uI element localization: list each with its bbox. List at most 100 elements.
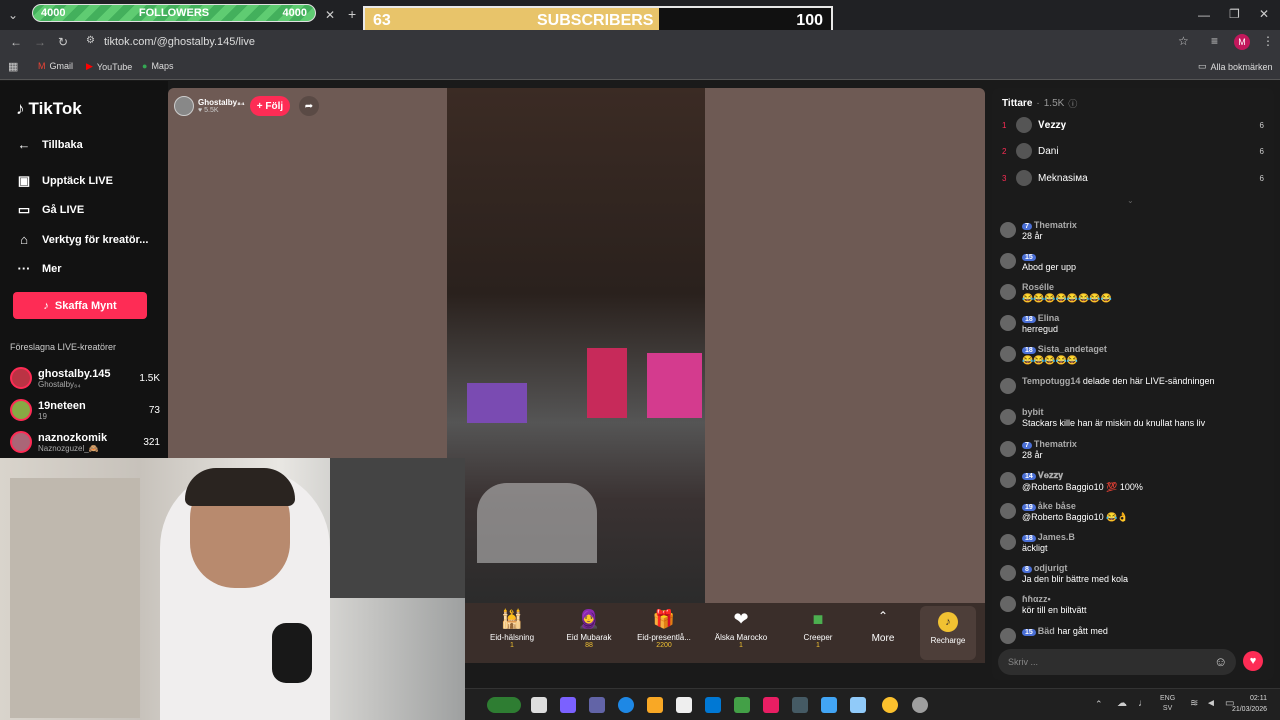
emoji-icon[interactable]: ☺ xyxy=(1214,654,1227,669)
chat-message: 18 Elina herregud xyxy=(1000,313,1268,334)
gift-item[interactable]: 🎁 Eid-presentlå... 2200 xyxy=(629,609,699,649)
media-control-icon[interactable]: ≡ xyxy=(1211,34,1218,48)
nav-discover-live[interactable]: ▣ Upptäck LIVE xyxy=(16,173,113,189)
back-icon[interactable]: ← xyxy=(10,35,22,49)
photos-icon[interactable] xyxy=(821,697,837,713)
m365-icon[interactable] xyxy=(763,697,779,713)
chat-message: 19 åke båse @Roberto Baggio10 😂👌 xyxy=(1000,501,1268,523)
apps-grid-icon[interactable]: ▦ xyxy=(8,60,18,73)
coin-icon: ♪ xyxy=(938,612,958,632)
share-icon[interactable]: ➦ xyxy=(299,96,319,116)
chat-message: 8 odjurigt Ja den blir bättre med kola xyxy=(1000,563,1268,584)
gift-item[interactable]: 🧕 Eid Mubarak 88 xyxy=(554,609,624,649)
dev-icon[interactable] xyxy=(792,697,808,713)
top-viewer[interactable]: 3 Meknasiмa 6 xyxy=(1002,170,1264,186)
url-field[interactable]: tiktok.com/@ghostalby.145/live xyxy=(104,36,255,48)
gift-bar: 🕌 Eid-hälsning 1 🧕 Eid Mubarak 88 🎁 Eid-prese… xyxy=(465,603,985,663)
top-viewer[interactable]: 1 𝐕𝐞𝐳𝐳𝐲 6 xyxy=(1002,117,1264,133)
eid-mubarak-icon: 🧕 xyxy=(577,609,601,629)
more-gifts-button[interactable]: ⌃ More xyxy=(851,609,915,644)
clock[interactable]: 02:11 21/03/2026 xyxy=(1227,693,1267,715)
avatar xyxy=(10,367,32,389)
mail-icon[interactable] xyxy=(705,697,721,713)
creator-item[interactable]: 19neteen 19 73 xyxy=(10,395,160,425)
store-icon[interactable] xyxy=(676,697,692,713)
cloud-icon[interactable]: ☁ xyxy=(1117,698,1127,709)
home-icon: ⌂ xyxy=(20,232,28,247)
file-explorer-icon[interactable] xyxy=(647,697,663,713)
avatar xyxy=(1000,346,1016,362)
language-indicator[interactable]: ENG SV xyxy=(1160,694,1175,714)
gift-item[interactable]: ❤ Älska Marocko 1 xyxy=(706,609,776,649)
arrow-left-icon: ← xyxy=(17,137,31,152)
chevron-up-icon[interactable]: ⌃ xyxy=(1095,699,1103,710)
chevron-up-icon: ⌃ xyxy=(877,609,889,623)
chat-input[interactable]: Skriv ... xyxy=(998,649,1236,675)
chat-message: bybit Stackars kille han är miskin du knu… xyxy=(1000,407,1268,428)
live-video[interactable] xyxy=(447,88,705,603)
avatar xyxy=(174,96,194,116)
tiktok-logo[interactable]: ♪ TikTok xyxy=(16,99,82,119)
close-window-icon[interactable]: ✕ xyxy=(1259,7,1269,21)
creator-item[interactable]: naznozkomik Naznozguzel_🙈 321 xyxy=(10,427,160,457)
bookmark-maps[interactable]: ● Maps xyxy=(142,61,173,71)
settings-icon[interactable] xyxy=(912,697,928,713)
info-icon[interactable]: ⓘ xyxy=(1068,97,1077,110)
nav-more[interactable]: ··· Mer xyxy=(16,261,62,276)
volume-icon[interactable]: ◄ xyxy=(1206,698,1216,709)
gallery-icon[interactable] xyxy=(850,697,866,713)
hair-shape xyxy=(185,468,295,506)
close-tab-icon[interactable]: ✕ xyxy=(325,8,335,22)
browser-tab-bar: ⌄ 4000 FOLLOWERS 4000 ✕ + 63 SUBSCRIBERS… xyxy=(0,0,1280,34)
all-bookmarks[interactable]: ▭ Alla bokmärken xyxy=(1198,61,1273,72)
get-coins-button[interactable]: ♪ Skaffa Mynt xyxy=(13,292,147,319)
minimize-icon[interactable]: — xyxy=(1198,8,1210,22)
tiktok-sidebar: ♪ TikTok ← Tillbaka ▣ Upptäck LIVE ▭ Gå LIVE… xyxy=(0,81,168,461)
profile-avatar[interactable]: M xyxy=(1234,34,1250,50)
gift-item[interactable]: 🕌 Eid-hälsning 1 xyxy=(477,609,547,649)
back-link[interactable]: ← Tillbaka xyxy=(16,137,83,152)
maximize-icon[interactable]: ❐ xyxy=(1229,7,1240,21)
streamer-name: Ghostalby₈₄ xyxy=(198,98,245,107)
forward-icon[interactable]: → xyxy=(34,35,46,49)
bookmark-star-icon[interactable]: ☆ xyxy=(1178,34,1189,48)
teams-icon[interactable] xyxy=(589,697,605,713)
subscribers-current: 63 xyxy=(373,12,391,29)
chat-message: 7 Thematrix 28 år xyxy=(1000,439,1268,460)
wifi-icon[interactable]: ≋ xyxy=(1190,698,1198,709)
gift-item[interactable]: ■ Creeper 1 xyxy=(783,609,853,649)
tab-search-icon[interactable]: ⌄ xyxy=(8,8,18,22)
chat-message: ɦɦαzz• kör till en biltvätt xyxy=(1000,594,1268,615)
like-heart-icon[interactable]: ♥ xyxy=(1243,651,1263,671)
site-info-icon[interactable]: ⚙ xyxy=(86,35,95,46)
follow-button[interactable]: + Följ xyxy=(250,96,290,116)
recharge-button[interactable]: ♪ Recharge xyxy=(920,606,976,660)
car-shape xyxy=(477,483,597,563)
gmail-icon: M xyxy=(38,61,46,71)
nav-go-live[interactable]: ▭ Gå LIVE xyxy=(16,202,84,218)
followers-target: 4000 xyxy=(282,7,307,19)
mic-icon[interactable]: ♩ xyxy=(1138,698,1148,709)
edge-icon[interactable] xyxy=(618,697,634,713)
chrome-icon[interactable] xyxy=(882,697,898,713)
task-view-icon[interactable] xyxy=(531,697,547,713)
avatar xyxy=(1000,503,1016,519)
chevron-down-icon[interactable]: ⌄ xyxy=(1127,196,1134,205)
top-viewer[interactable]: 2 Dani 6 xyxy=(1002,143,1264,159)
avatar xyxy=(1000,409,1016,425)
widgets-icon[interactable] xyxy=(487,697,521,713)
chat-message: 15 Abod ger upp xyxy=(1000,251,1268,272)
avatar xyxy=(1000,472,1016,488)
folder-icon: ▭ xyxy=(1198,61,1207,71)
bookmark-youtube[interactable]: ▶ YouTube xyxy=(86,61,132,72)
reload-icon[interactable]: ↻ xyxy=(58,35,68,49)
new-tab-icon[interactable]: + xyxy=(348,6,356,22)
building-shape xyxy=(647,353,702,418)
avatar xyxy=(1000,222,1016,238)
vpn-icon[interactable] xyxy=(734,697,750,713)
creator-item[interactable]: ghostalby.145 Ghostalby₈₄ 1.5K xyxy=(10,363,160,393)
menu-icon[interactable]: ⋮ xyxy=(1262,34,1274,48)
nav-creator-tools[interactable]: ⌂ Verktyg för kreatör... xyxy=(16,232,148,247)
bookmark-gmail[interactable]: M Gmail xyxy=(38,61,73,71)
copilot-icon[interactable] xyxy=(560,697,576,713)
